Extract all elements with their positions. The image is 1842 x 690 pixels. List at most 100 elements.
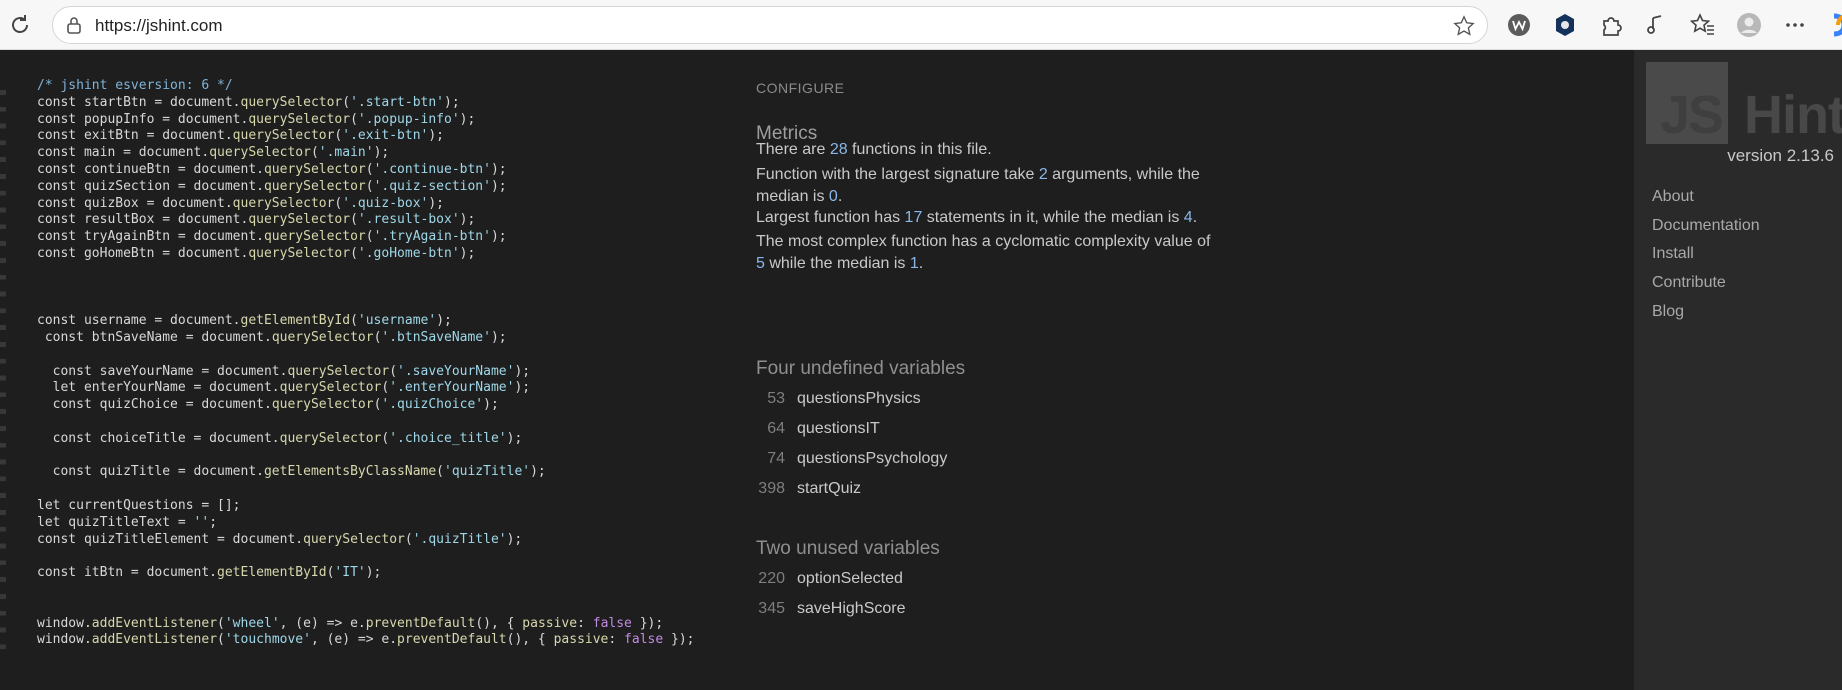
code-token: (), { xyxy=(475,615,523,631)
variable-row[interactable]: 74 questionsPsychology xyxy=(745,450,947,480)
variable-line-number[interactable]: 345 xyxy=(745,600,785,618)
code-line: const popupInfo = document.querySelector… xyxy=(37,112,695,129)
code-token: const quizSection = document. xyxy=(37,178,264,194)
code-token: querySelector xyxy=(232,128,335,144)
code-token: '.enterYourName' xyxy=(389,380,515,396)
more-menu-icon[interactable] xyxy=(1782,12,1808,38)
code-line: const quizBox = document.querySelector('… xyxy=(37,196,695,213)
extensions-puzzle-icon[interactable] xyxy=(1598,12,1624,38)
code-token: ); xyxy=(490,178,507,194)
variable-line-number[interactable]: 64 xyxy=(745,420,785,438)
metric-line: There are 28 functions in this file. xyxy=(756,139,1216,161)
code-token: let quizTitleText = xyxy=(37,514,194,530)
code-line: const quizChoice = document.querySelecto… xyxy=(37,397,695,414)
code-token: querySelector xyxy=(263,229,366,245)
code-token: : xyxy=(608,632,625,648)
nav-contribute[interactable]: Contribute xyxy=(1652,274,1726,292)
code-token: ( xyxy=(365,161,374,177)
code-token: ); xyxy=(459,245,476,261)
variable-row[interactable]: 345 saveHighScore xyxy=(745,600,906,630)
code-line: window.addEventListener('touchmove', (e)… xyxy=(37,632,695,649)
media-control-icon[interactable] xyxy=(1644,12,1670,38)
variable-line-number[interactable]: 53 xyxy=(745,390,785,408)
extension-w-icon[interactable] xyxy=(1506,12,1532,38)
variable-line-number[interactable]: 74 xyxy=(745,450,785,468)
metric-text: The most complex function has a cyclomat… xyxy=(756,233,1211,250)
code-token: passive xyxy=(553,632,609,648)
browser-toolbar: https://jshint.com xyxy=(0,0,1842,50)
code-token: querySelector xyxy=(271,397,374,413)
code-token: ; xyxy=(209,514,218,530)
code-token: getElementsByClassName xyxy=(263,464,437,480)
variable-line-number[interactable]: 220 xyxy=(745,570,785,588)
code-token: ); xyxy=(459,212,476,228)
metric-text: Largest function has xyxy=(756,209,905,226)
variable-row[interactable]: 398 startQuiz xyxy=(745,480,861,510)
nav-about[interactable]: About xyxy=(1652,188,1694,206)
code-token: let currentQuestions = []; xyxy=(37,497,241,513)
code-token: querySelector xyxy=(248,111,351,127)
code-token: const tryAgainBtn = document. xyxy=(37,229,264,245)
variable-name: saveHighScore xyxy=(797,600,906,617)
code-token: (), { xyxy=(506,632,554,648)
metric-number: 4 xyxy=(1183,209,1193,226)
code-token: ( xyxy=(365,178,374,194)
metric-line: Function with the largest signature take… xyxy=(756,164,1216,208)
code-token: '.btnSaveName' xyxy=(381,329,491,345)
code-editor[interactable]: /* jshint esversion: 6 */const startBtn … xyxy=(0,50,744,690)
code-token: ); xyxy=(506,531,523,547)
variable-row[interactable]: 64 questionsIT xyxy=(745,420,880,450)
variable-line-number[interactable]: 398 xyxy=(745,480,785,498)
code-token: const main = document. xyxy=(37,145,210,161)
code-token: querySelector xyxy=(240,94,343,110)
code-token: let enterYourName = document. xyxy=(37,380,280,396)
nav-blog[interactable]: Blog xyxy=(1652,303,1684,321)
code-line: let quizTitleText = ''; xyxy=(37,515,695,532)
profile-avatar-icon[interactable] xyxy=(1736,12,1762,38)
code-token: 'IT' xyxy=(334,565,366,581)
extension-shield-icon[interactable] xyxy=(1552,12,1578,38)
code-token: ); xyxy=(428,195,444,211)
code-token: passive xyxy=(522,615,578,631)
code-token: ); xyxy=(365,565,382,581)
reload-icon[interactable] xyxy=(8,13,32,37)
favorites-icon[interactable] xyxy=(1690,12,1716,38)
code-token: preventDefault xyxy=(397,632,507,648)
code-token: getElementById xyxy=(240,313,351,329)
source-code[interactable]: /* jshint esversion: 6 */const startBtn … xyxy=(37,78,695,649)
url-text[interactable]: https://jshint.com xyxy=(95,16,223,36)
code-token: const goHomeBtn = document. xyxy=(37,245,249,261)
favorite-star-icon[interactable] xyxy=(1453,15,1475,37)
code-token: const quizTitle = document. xyxy=(37,464,264,480)
code-token: const quizTitleElement = document. xyxy=(37,531,304,547)
code-token: '.goHome-btn' xyxy=(357,245,460,261)
code-token: querySelector xyxy=(279,380,382,396)
nav-documentation[interactable]: Documentation xyxy=(1652,217,1760,235)
code-token: '.main' xyxy=(318,145,374,161)
variable-row[interactable]: 53 questionsPhysics xyxy=(745,390,920,420)
code-token: , (e) => e. xyxy=(310,632,398,648)
code-token: '.quiz-box' xyxy=(342,195,429,211)
nav-install[interactable]: Install xyxy=(1652,245,1694,263)
metric-text: . xyxy=(837,188,843,205)
code-token: 'touchmove' xyxy=(224,632,311,648)
copilot-icon[interactable] xyxy=(1826,12,1842,38)
metric-number: 0 xyxy=(828,188,838,205)
code-token: ( xyxy=(436,464,444,480)
variable-row[interactable]: 220 optionSelected xyxy=(745,570,903,600)
metric-text: Function with the largest signature take xyxy=(756,166,1039,183)
code-token: '.result-box' xyxy=(357,212,460,228)
code-token: querySelector xyxy=(263,161,366,177)
lock-icon[interactable] xyxy=(65,16,83,34)
code-token: ); xyxy=(436,313,452,329)
code-token: ( xyxy=(217,615,225,631)
address-bar[interactable]: https://jshint.com xyxy=(52,6,1488,44)
configure-link[interactable]: CONFIGURE xyxy=(756,80,845,96)
code-line: const quizSection = document.querySelect… xyxy=(37,179,695,196)
code-token: addEventListener xyxy=(91,615,218,631)
